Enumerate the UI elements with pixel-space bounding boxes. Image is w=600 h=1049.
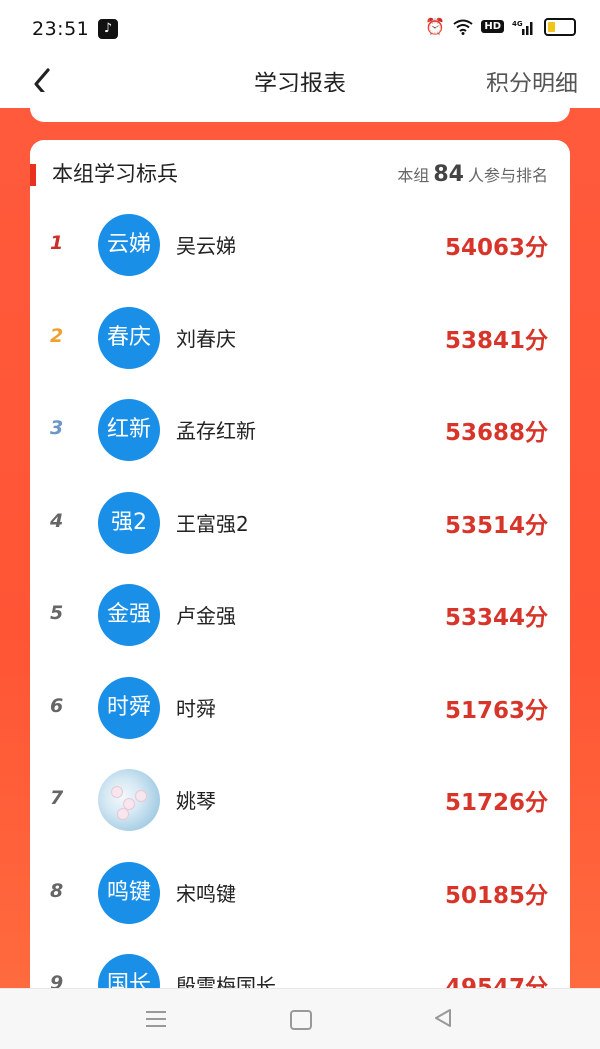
member-name: 卢金强 (176, 604, 236, 628)
score: 53841分 (444, 327, 548, 354)
avatar[interactable]: 春庆 (98, 306, 160, 369)
ranking-title: 本组学习标兵 (52, 162, 178, 186)
rank-number: 6 (50, 694, 64, 717)
avatar[interactable]: 云娣 (98, 214, 160, 276)
score: 51763分 (444, 697, 548, 724)
score: 53344分 (444, 605, 548, 631)
ranking-row[interactable]: 1 云娣 吴云娣 54063分 (30, 198, 570, 291)
score: 50185分 (444, 882, 548, 909)
ranking-row[interactable]: 4 强2 王富强2 53514分 (30, 476, 570, 569)
participants-count: 本组 84 人参与排名 (397, 162, 548, 187)
member-name: 孟存红新 (176, 419, 256, 443)
rank-number: 1 (50, 232, 64, 254)
score: 54063分 (444, 235, 548, 261)
title-accent-bar (30, 164, 36, 186)
rank-number: 8 (50, 879, 64, 902)
rank-number: 4 (50, 509, 64, 532)
member-name: 王富强2 (176, 511, 249, 536)
member-name: 宋鸣键 (176, 881, 236, 906)
ranking-row[interactable]: 2 春庆 刘春庆 53841分 (30, 291, 570, 384)
participants-number: 84 (433, 162, 464, 187)
score: 53514分 (444, 512, 548, 539)
participants-prefix: 本组 (397, 166, 430, 185)
member-name: 吴云娣 (176, 234, 236, 258)
back-triangle-icon[interactable] (432, 1007, 454, 1029)
participants-suffix: 人参与排名 (467, 166, 548, 185)
status-bar: 23:51 ♪ ⏰ HD 4G (0, 0, 600, 58)
rank-number: 3 (50, 417, 64, 439)
ranking-row[interactable]: 7 姚琴 51726分 (30, 753, 570, 846)
home-icon[interactable] (290, 1010, 312, 1030)
menu-icon[interactable] (146, 1011, 166, 1027)
blossom-decoration (136, 791, 146, 801)
status-time: 23:51 (32, 18, 90, 40)
avatar[interactable]: 金强 (98, 584, 160, 646)
blossom-decoration (118, 809, 128, 819)
avatar[interactable]: 强2 (98, 491, 160, 554)
battery-icon (544, 17, 576, 36)
member-name: 刘春庆 (176, 326, 236, 351)
score: 51726分 (444, 790, 548, 816)
ranking-row[interactable]: 6 时舜 时舜 51763分 (30, 661, 570, 754)
member-name: 姚琴 (176, 789, 216, 813)
blossom-decoration (124, 799, 134, 809)
avatar[interactable]: 鸣键 (98, 861, 160, 924)
top-card-edge (30, 92, 570, 122)
ranking-card: 本组学习标兵 本组 84 人参与排名 1 云娣 吴云娣 54063分 2 春庆 … (30, 140, 570, 1020)
score: 53688分 (444, 420, 548, 446)
tiktok-notification-icon: ♪ (98, 19, 118, 39)
hd-badge: HD (481, 20, 504, 33)
signal-icon: 4G (512, 20, 533, 35)
avatar[interactable]: 红新 (98, 399, 160, 461)
rank-number: 5 (50, 602, 64, 624)
avatar-photo[interactable] (98, 769, 160, 831)
rank-number: 2 (50, 324, 64, 347)
ranking-list: 1 云娣 吴云娣 54063分 2 春庆 刘春庆 53841分 3 红新 孟存红… (30, 198, 570, 1020)
ranking-row[interactable]: 5 金强 卢金强 53344分 (30, 568, 570, 661)
ranking-row[interactable]: 3 红新 孟存红新 53688分 (30, 383, 570, 476)
member-name: 时舜 (176, 696, 216, 721)
status-icons: ⏰ HD 4G (425, 17, 576, 36)
wifi-icon (453, 19, 473, 35)
system-nav-bar (0, 988, 600, 1049)
ranking-row[interactable]: 8 鸣键 宋鸣键 50185分 (30, 846, 570, 939)
avatar[interactable]: 时舜 (98, 676, 160, 739)
svg-text:4G: 4G (512, 20, 523, 28)
blossom-decoration (112, 787, 122, 797)
alarm-icon: ⏰ (425, 17, 446, 36)
rank-number: 7 (50, 787, 64, 809)
